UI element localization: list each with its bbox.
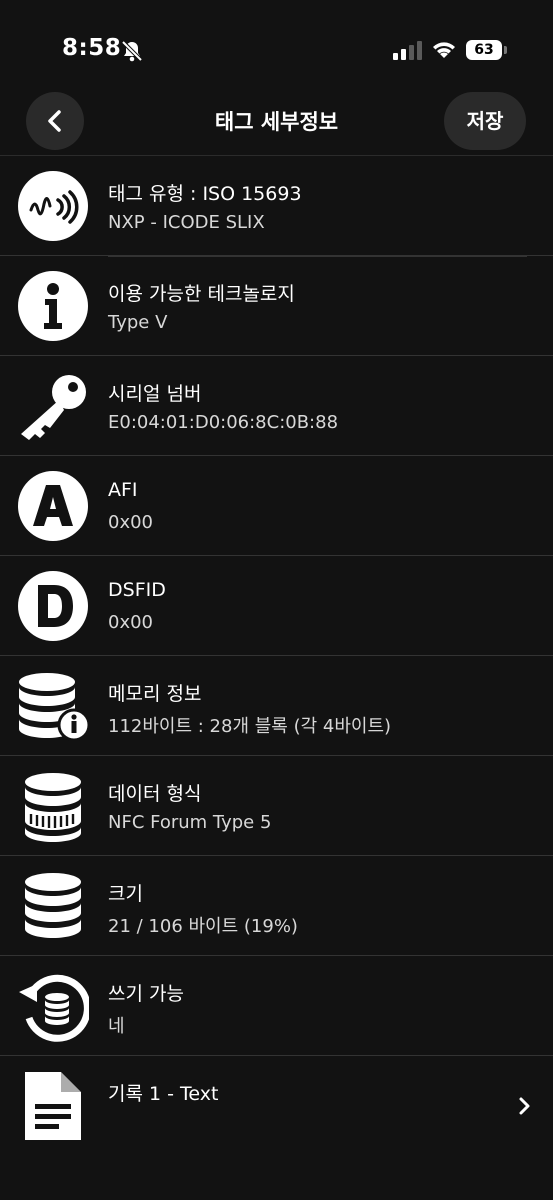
row-value: NFC Forum Type 5 (108, 812, 272, 833)
list-item-technologies: 이용 가능한 테크놀로지 Type V (0, 255, 553, 355)
list-item-data-format: 데이터 형식 NFC Forum Type 5 (0, 755, 553, 855)
save-button[interactable]: 저장 (444, 92, 526, 150)
row-title: 데이터 형식 (108, 783, 202, 805)
row-title: 태그 유형 : ISO 15693 (108, 183, 302, 205)
row-title: 기록 1 - Text (108, 1083, 219, 1105)
signal-icon (393, 41, 422, 60)
letter-d-icon (18, 571, 88, 641)
tag-detail-list: 태그 유형 : ISO 15693 NXP - ICODE SLIX 이용 가능… (0, 155, 553, 1155)
row-title: DSFID (108, 579, 166, 601)
database-info-icon (19, 673, 89, 742)
row-title: 이용 가능한 테크놀로지 (108, 283, 295, 305)
list-item-tag-type: 태그 유형 : ISO 15693 NXP - ICODE SLIX (0, 155, 553, 255)
list-item-size: 크기 21 / 106 바이트 (19%) (0, 855, 553, 955)
row-value: 0x00 (108, 512, 154, 533)
row-title: 메모리 정보 (108, 683, 202, 705)
battery-level: 63 (466, 40, 502, 60)
key-icon (21, 375, 86, 440)
row-title: 크기 (108, 883, 143, 905)
document-icon (25, 1072, 81, 1140)
battery-icon: 63 (466, 40, 508, 60)
list-item-dsfid: DSFID 0x00 (0, 555, 553, 655)
letter-a-icon (18, 471, 88, 541)
row-value: 21 / 106 바이트 (19%) (108, 916, 298, 937)
wifi-icon (433, 42, 455, 58)
list-item-memory-info: 메모리 정보 112바이트 : 28개 블록 (각 4바이트) (0, 655, 553, 755)
row-value: 112바이트 : 28개 블록 (각 4바이트) (108, 716, 392, 737)
database-format-icon (25, 773, 81, 842)
list-item-record-1[interactable]: 기록 1 - Text (0, 1055, 553, 1155)
nfc-icon (18, 171, 88, 241)
status-time: 8:58 (62, 35, 122, 61)
row-value: 0x00 (108, 612, 154, 633)
row-value: E0:04:01:D0:06:8C:0B:88 (108, 412, 339, 433)
list-item-writable: 쓰기 가능 네 (0, 955, 553, 1055)
status-bar: 8:58 63 (0, 0, 553, 100)
bell-muted-icon (121, 40, 143, 62)
database-refresh-icon (19, 974, 89, 1042)
row-value: Type V (108, 312, 168, 333)
list-item-afi: AFI 0x00 (0, 455, 553, 555)
chevron-right-icon (519, 1097, 530, 1115)
row-title: AFI (108, 479, 138, 501)
database-icon (25, 873, 81, 938)
nav-bar: 태그 세부정보 저장 (0, 88, 553, 150)
row-value: 네 (108, 1016, 125, 1037)
info-icon (18, 271, 88, 341)
row-value: NXP - ICODE SLIX (108, 212, 265, 233)
row-title: 시리얼 넘버 (108, 383, 202, 405)
row-title: 쓰기 가능 (108, 983, 184, 1005)
list-item-serial-number: 시리얼 넘버 E0:04:01:D0:06:8C:0B:88 (0, 355, 553, 455)
